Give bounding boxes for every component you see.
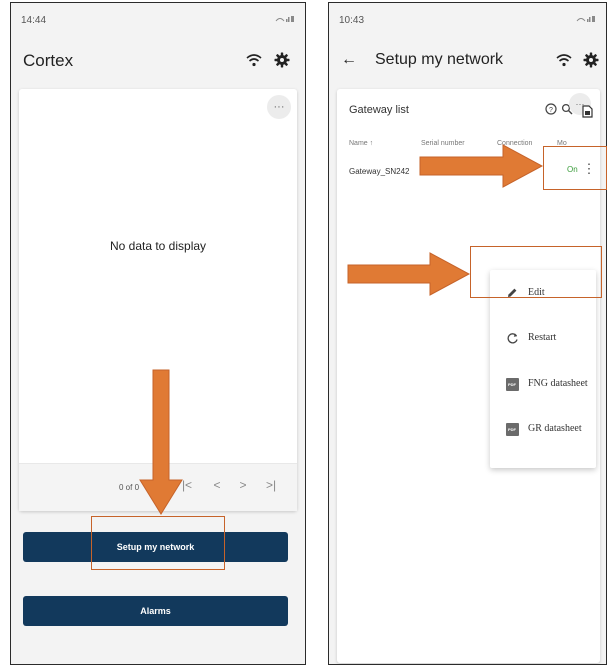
export-icon[interactable] [579, 103, 595, 119]
next-page-icon[interactable]: > [235, 478, 251, 496]
menu-label-restart: Restart [528, 332, 557, 343]
status-time: 14:44 [21, 15, 47, 26]
first-page-icon[interactable]: |< [179, 478, 195, 496]
restart-icon [504, 330, 520, 346]
gateway-name-cell[interactable]: Gateway_SN242 [349, 167, 409, 176]
back-arrow-icon[interactable]: ← [341, 51, 357, 69]
column-header-serial-number[interactable]: Serial number [421, 140, 465, 147]
app-title: Cortex [23, 51, 74, 70]
menu-item-fng-datasheet[interactable]: PDF FNG datasheet [490, 366, 596, 404]
signal-icon [275, 16, 294, 22]
phone-screen-setup-network: 10:43 ← Setup my network Gateway list ? … [328, 2, 607, 665]
signal-icon [576, 16, 595, 22]
wifi-icon[interactable] [553, 49, 575, 71]
menu-item-gr-datasheet[interactable]: PDF GR datasheet [490, 411, 596, 449]
more-horizontal-icon[interactable]: ··· [267, 95, 291, 119]
last-page-icon[interactable]: >| [263, 478, 279, 496]
pdf-badge: PDF [505, 422, 519, 436]
gear-icon[interactable] [580, 49, 602, 71]
app-bar: Cortex [11, 41, 305, 81]
status-icons [576, 14, 596, 25]
pdf-badge: PDF [505, 377, 519, 391]
data-card: ··· No data to display 0 of 0 |< < > >| [19, 89, 297, 511]
row-context-menu: Edit Restart PDF FNG datasheet PDF GR da… [490, 270, 596, 468]
svg-text:?: ? [549, 107, 553, 114]
menu-label-gr-datasheet: GR datasheet [528, 423, 582, 434]
status-bar: 14:44 [11, 3, 305, 33]
help-icon[interactable]: ? [543, 101, 559, 117]
setup-button-highlight [91, 516, 225, 570]
status-bar: 10:43 [329, 3, 606, 33]
page-count: 0 of 0 [119, 483, 140, 492]
column-header-name[interactable]: Name ↑ [349, 140, 373, 147]
pdf-icon: PDF [504, 376, 520, 392]
app-title: Setup my network [375, 51, 504, 68]
menu-item-restart[interactable]: Restart [490, 320, 596, 358]
pdf-icon: PDF [504, 421, 520, 437]
status-cell-highlight [543, 146, 607, 190]
previous-page-icon[interactable]: < [209, 478, 225, 496]
pagination-bar: 0 of 0 |< < > >| [19, 463, 297, 511]
status-icons [275, 14, 295, 25]
menu-label-fng-datasheet: FNG datasheet [528, 378, 588, 389]
gear-icon[interactable] [271, 49, 293, 71]
empty-state-message: No data to display [109, 239, 207, 253]
restart-item-highlight [470, 246, 602, 298]
status-time: 10:43 [339, 15, 365, 26]
app-bar: ← Setup my network [329, 41, 606, 81]
wifi-icon[interactable] [243, 49, 265, 71]
alarms-button[interactable]: Alarms [23, 596, 288, 626]
grid-title: Gateway list [349, 104, 409, 116]
column-header-connection[interactable]: Connection [497, 140, 532, 147]
